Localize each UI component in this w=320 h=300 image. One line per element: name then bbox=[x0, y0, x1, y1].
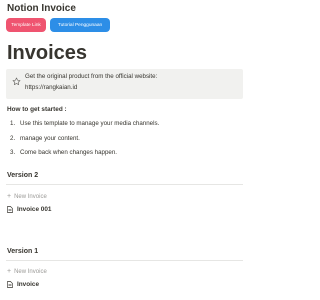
template-link-button[interactable]: Template Link bbox=[6, 18, 46, 32]
page-title: Invoices bbox=[7, 42, 88, 64]
callout-link[interactable]: https://rangkaian.id bbox=[25, 84, 77, 91]
document-icon bbox=[7, 206, 13, 213]
invoice-item[interactable]: Invoice 001 bbox=[7, 206, 51, 213]
step-text: manage your content. bbox=[20, 135, 80, 142]
version-2-heading: Version 2 bbox=[7, 172, 39, 179]
invoice-label: Invoice bbox=[17, 281, 40, 288]
step-text: Use this template to manage your media c… bbox=[20, 120, 160, 127]
app-title: Notion Invoice bbox=[7, 3, 76, 14]
new-invoice-button[interactable]: + New Invoice bbox=[7, 268, 47, 275]
how-to-heading: How to get started : bbox=[7, 106, 67, 113]
callout-box: Get the original product from the offici… bbox=[6, 69, 243, 99]
new-invoice-label: New Invoice bbox=[14, 268, 47, 275]
step-item: 2. manage your content. bbox=[10, 135, 80, 142]
divider bbox=[6, 184, 243, 185]
step-item: 3. Come back when changes happen. bbox=[10, 149, 117, 156]
tutorial-button[interactable]: Tutorial Penggunaan bbox=[50, 18, 110, 32]
plus-icon: + bbox=[7, 193, 12, 200]
step-item: 1. Use this template to manage your medi… bbox=[10, 120, 159, 127]
invoice-label: Invoice 001 bbox=[17, 206, 52, 213]
star-icon bbox=[12, 73, 21, 86]
plus-icon: + bbox=[7, 268, 12, 275]
step-number: 3. bbox=[10, 149, 16, 156]
new-invoice-label: New Invoice bbox=[14, 193, 47, 200]
step-text: Come back when changes happen. bbox=[20, 149, 118, 156]
callout-text: Get the original product from the offici… bbox=[25, 73, 158, 80]
step-number: 2. bbox=[10, 135, 16, 142]
new-invoice-button[interactable]: + New Invoice bbox=[7, 193, 47, 200]
divider bbox=[6, 260, 243, 261]
version-1-heading: Version 1 bbox=[7, 248, 39, 255]
document-icon bbox=[7, 281, 13, 288]
step-number: 1. bbox=[10, 120, 16, 127]
invoice-item[interactable]: Invoice bbox=[7, 281, 39, 288]
